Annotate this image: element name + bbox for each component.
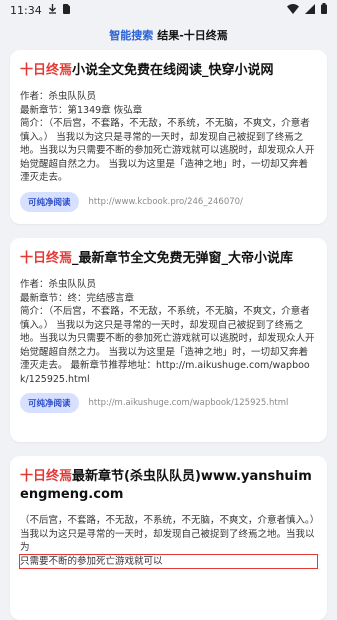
pure-read-button[interactable]: 可纯净阅读	[20, 191, 79, 212]
title-highlight: 十日终焉	[20, 251, 73, 266]
header-brand: 智能搜索	[109, 29, 154, 42]
title-text: 小说全文免费在线阅读_快穿小说网	[72, 63, 274, 78]
wifi-icon	[287, 3, 299, 17]
header-title: 结果-十日终焉	[157, 29, 228, 42]
result-card[interactable]: 十日终焉小说全文免费在线阅读_快穿小说网 作者：杀虫队队员 最新章节：第1349…	[10, 50, 327, 224]
result-intro: 简介：（不后宫，不套路，不无敌，不系统，不无脑，不爽文，介意者慎入。） 当我以为…	[20, 306, 315, 385]
status-time: 11:34	[10, 3, 42, 17]
title-highlight: 十日终焉	[20, 63, 73, 78]
title-highlight: 十日终焉	[20, 469, 73, 484]
title-text: _最新章节全文免费无弹窗_大帝小说库	[72, 251, 294, 266]
signal-icon	[305, 3, 315, 17]
results-list: 十日终焉小说全文免费在线阅读_快穿小说网 作者：杀虫队队员 最新章节：第1349…	[0, 50, 337, 620]
result-title[interactable]: 十日终焉小说全文免费在线阅读_快穿小说网	[20, 62, 317, 80]
result-url[interactable]: http://www.kcbook.pro/246_246070/	[89, 197, 243, 207]
result-author: 作者：杀虫队队员	[20, 91, 97, 102]
result-author: 作者：杀虫队队员	[20, 279, 97, 290]
result-intro: 简介：（不后宫，不套路，不无敌，不系统，不无脑，不爽文，介意者慎入。） 当我以为…	[20, 118, 315, 183]
result-latest: 最新章节：第1349章 恢弘章	[20, 104, 143, 116]
result-card[interactable]: 十日终焉_最新章节全文免费无弹窗_大帝小说库 作者：杀虫队队员 最新章节：终：完…	[10, 238, 327, 442]
result-url[interactable]: http://m.aikushuge.com/wapbook/125925.ht…	[89, 398, 289, 408]
status-bar: 11:34	[0, 0, 337, 20]
result-intro: （不后宫，不套路，不无敌，不系统，不无脑，不爽文，介意者慎入。）当我以为这只是寻…	[20, 515, 315, 553]
battery-icon	[321, 3, 327, 17]
result-card[interactable]: 十日终焉最新章节(杀虫队队员)www.yanshuimengmeng.com （…	[10, 456, 327, 620]
pure-read-button[interactable]: 可纯净阅读	[20, 393, 79, 413]
sim-icon	[62, 3, 70, 17]
result-title[interactable]: 十日终焉_最新章节全文免费无弹窗_大帝小说库	[20, 250, 317, 268]
result-intro-highlighted: 只需要不断的参加死亡游戏就可以	[19, 553, 318, 569]
page-header: 智能搜索 结果-十日终焉	[0, 20, 337, 50]
result-latest: 最新章节：终：完结感言章	[20, 292, 135, 304]
result-title[interactable]: 十日终焉最新章节(杀虫队队员)www.yanshuimengmeng.com	[20, 468, 317, 504]
download-icon	[48, 3, 57, 17]
